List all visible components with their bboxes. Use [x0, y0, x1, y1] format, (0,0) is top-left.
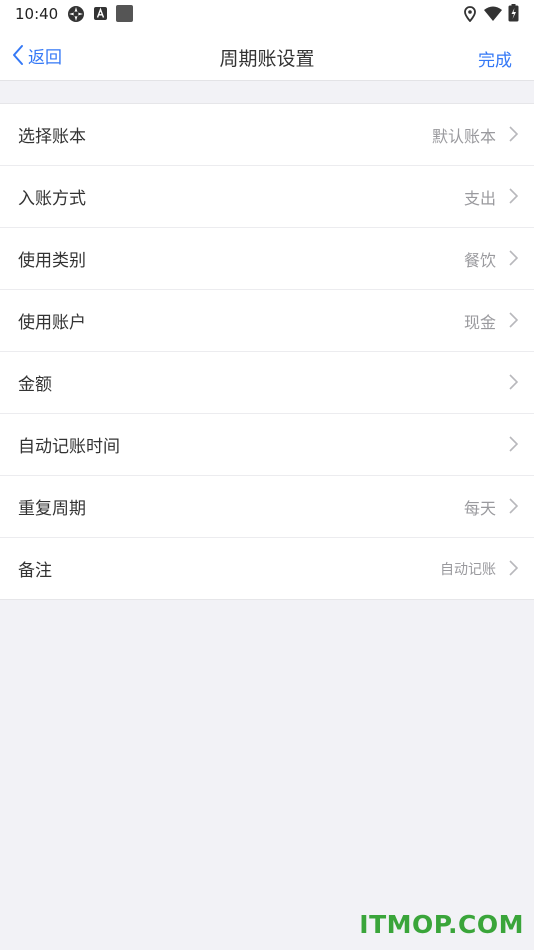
row-value: 默认账本 — [431, 126, 496, 146]
chevron-right-icon — [509, 374, 518, 390]
row-value: 支出 — [463, 188, 496, 208]
row-label: 使用账户 — [18, 313, 86, 333]
row-value: 餐饮 — [463, 250, 496, 270]
wifi-icon — [484, 6, 502, 21]
photo-rotate-icon — [68, 6, 84, 22]
chevron-right-icon — [509, 312, 518, 328]
row-auto-time[interactable]: 自动记账时间 — [0, 414, 534, 476]
row-label: 重复周期 — [18, 499, 86, 519]
row-entry-type[interactable]: 入账方式 支出 — [0, 166, 534, 228]
chevron-right-icon — [509, 436, 518, 452]
row-amount[interactable]: 金额 — [0, 352, 534, 414]
status-bar: 10:40 — [0, 0, 534, 28]
location-icon — [464, 6, 476, 22]
battery-icon — [508, 4, 519, 22]
status-time: 10:40 — [15, 5, 59, 23]
row-value: 每天 — [463, 498, 496, 518]
watermark: ITMOP.COM — [359, 910, 524, 939]
row-note[interactable]: 备注 自动记账 — [0, 538, 534, 599]
row-account[interactable]: 使用账户 现金 — [0, 290, 534, 352]
row-select-ledger[interactable]: 选择账本 默认账本 — [0, 104, 534, 166]
settings-list: 选择账本 默认账本 入账方式 支出 使用类别 餐饮 使用账户 现金 金额 自动记… — [0, 103, 534, 600]
row-category[interactable]: 使用类别 餐饮 — [0, 228, 534, 290]
row-value: 自动记账 — [440, 561, 496, 578]
chevron-right-icon — [509, 126, 518, 142]
row-repeat-cycle[interactable]: 重复周期 每天 — [0, 476, 534, 538]
row-label: 自动记账时间 — [18, 437, 120, 457]
chevron-right-icon — [509, 250, 518, 266]
chevron-right-icon — [509, 498, 518, 514]
row-label: 金额 — [18, 375, 52, 395]
row-label: 使用类别 — [18, 251, 86, 271]
row-label: 选择账本 — [18, 127, 86, 147]
row-value: 现金 — [463, 312, 496, 332]
row-label: 入账方式 — [18, 189, 86, 209]
page-title: 周期账设置 — [219, 48, 315, 70]
navigation-bar: 返回 周期账设置 完成 — [0, 28, 534, 81]
row-label: 备注 — [18, 561, 52, 581]
a-badge-icon — [94, 7, 107, 20]
chevron-right-icon — [509, 188, 518, 204]
done-button[interactable]: 完成 — [478, 46, 512, 71]
square-icon — [116, 5, 133, 22]
chevron-right-icon — [509, 560, 518, 576]
